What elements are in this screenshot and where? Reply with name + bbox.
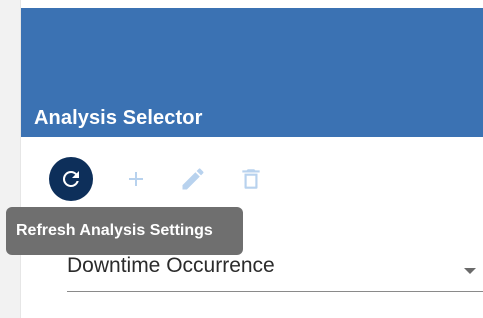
plus-icon (129, 172, 143, 186)
panel-header: Analysis Selector (21, 8, 483, 137)
page-title: Analysis Selector (34, 107, 203, 129)
refresh-icon (62, 170, 79, 187)
trash-icon (242, 169, 260, 189)
pencil-icon (182, 168, 204, 190)
add-analysis-button[interactable] (116, 157, 156, 201)
delete-analysis-button[interactable] (231, 157, 271, 201)
chevron-down-icon[interactable] (464, 268, 476, 274)
refresh-tooltip: Refresh Analysis Settings (6, 207, 243, 255)
refresh-button[interactable] (49, 157, 93, 201)
edit-analysis-button[interactable] (173, 157, 213, 201)
analysis-select-value: Downtime Occurrence (67, 254, 275, 277)
analysis-selector-panel: Analysis Selector Downtime Occurrence (20, 0, 483, 318)
